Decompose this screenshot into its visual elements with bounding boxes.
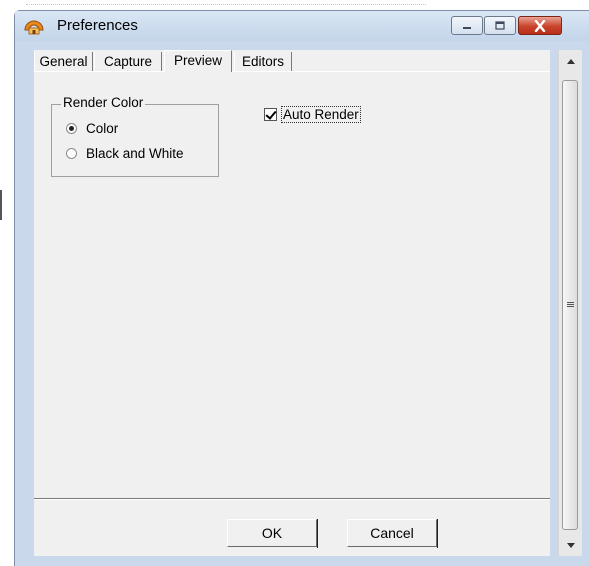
- scroll-grip-icon: [566, 302, 574, 308]
- radio-black-and-white-label: Black and White: [86, 146, 184, 161]
- radio-black-and-white[interactable]: Black and White: [66, 146, 184, 161]
- scroll-thumb[interactable]: [562, 80, 578, 530]
- checkbox-checked[interactable]: [264, 108, 277, 121]
- scroll-down-arrow-icon: [566, 542, 575, 548]
- render-color-legend: Render Color: [61, 95, 146, 110]
- tab-preview[interactable]: Preview: [164, 50, 232, 72]
- tab-strip: General Capture Preview Editors: [34, 50, 564, 72]
- scroll-up-arrow-icon: [566, 58, 575, 64]
- radio-button-selected[interactable]: [66, 123, 77, 134]
- render-color-group: [51, 104, 219, 177]
- title-bar[interactable]: Preferences: [15, 11, 589, 41]
- tab-pane-border: [34, 71, 550, 72]
- radio-color[interactable]: Color: [66, 121, 118, 136]
- close-icon: [534, 19, 546, 32]
- tab-general[interactable]: General: [34, 52, 93, 72]
- window-left-edge: [0, 190, 2, 220]
- radio-color-label: Color: [86, 121, 119, 136]
- preferences-app-icon: [24, 20, 44, 35]
- auto-render-checkbox[interactable]: Auto Render: [264, 106, 361, 123]
- vertical-scrollbar[interactable]: [558, 50, 582, 556]
- dialog-client-area: General Capture Preview Editors Render C…: [34, 50, 550, 556]
- window-title: Preferences: [57, 17, 138, 34]
- close-button[interactable]: [518, 16, 562, 35]
- minimize-icon: [463, 26, 471, 29]
- scroll-up-button[interactable]: [559, 50, 582, 72]
- minimize-button[interactable]: [451, 16, 483, 35]
- auto-render-label: Auto Render: [281, 106, 361, 123]
- tab-capture[interactable]: Capture: [94, 52, 162, 72]
- radio-button[interactable]: [66, 148, 77, 159]
- window-top-edge: [26, 0, 426, 5]
- tab-editors[interactable]: Editors: [234, 52, 292, 72]
- ok-button[interactable]: OK: [227, 519, 318, 548]
- cancel-button[interactable]: Cancel: [347, 519, 438, 548]
- button-separator: [34, 498, 550, 500]
- scroll-down-button[interactable]: [559, 534, 582, 556]
- maximize-icon: [495, 20, 505, 30]
- maximize-button[interactable]: [484, 16, 516, 35]
